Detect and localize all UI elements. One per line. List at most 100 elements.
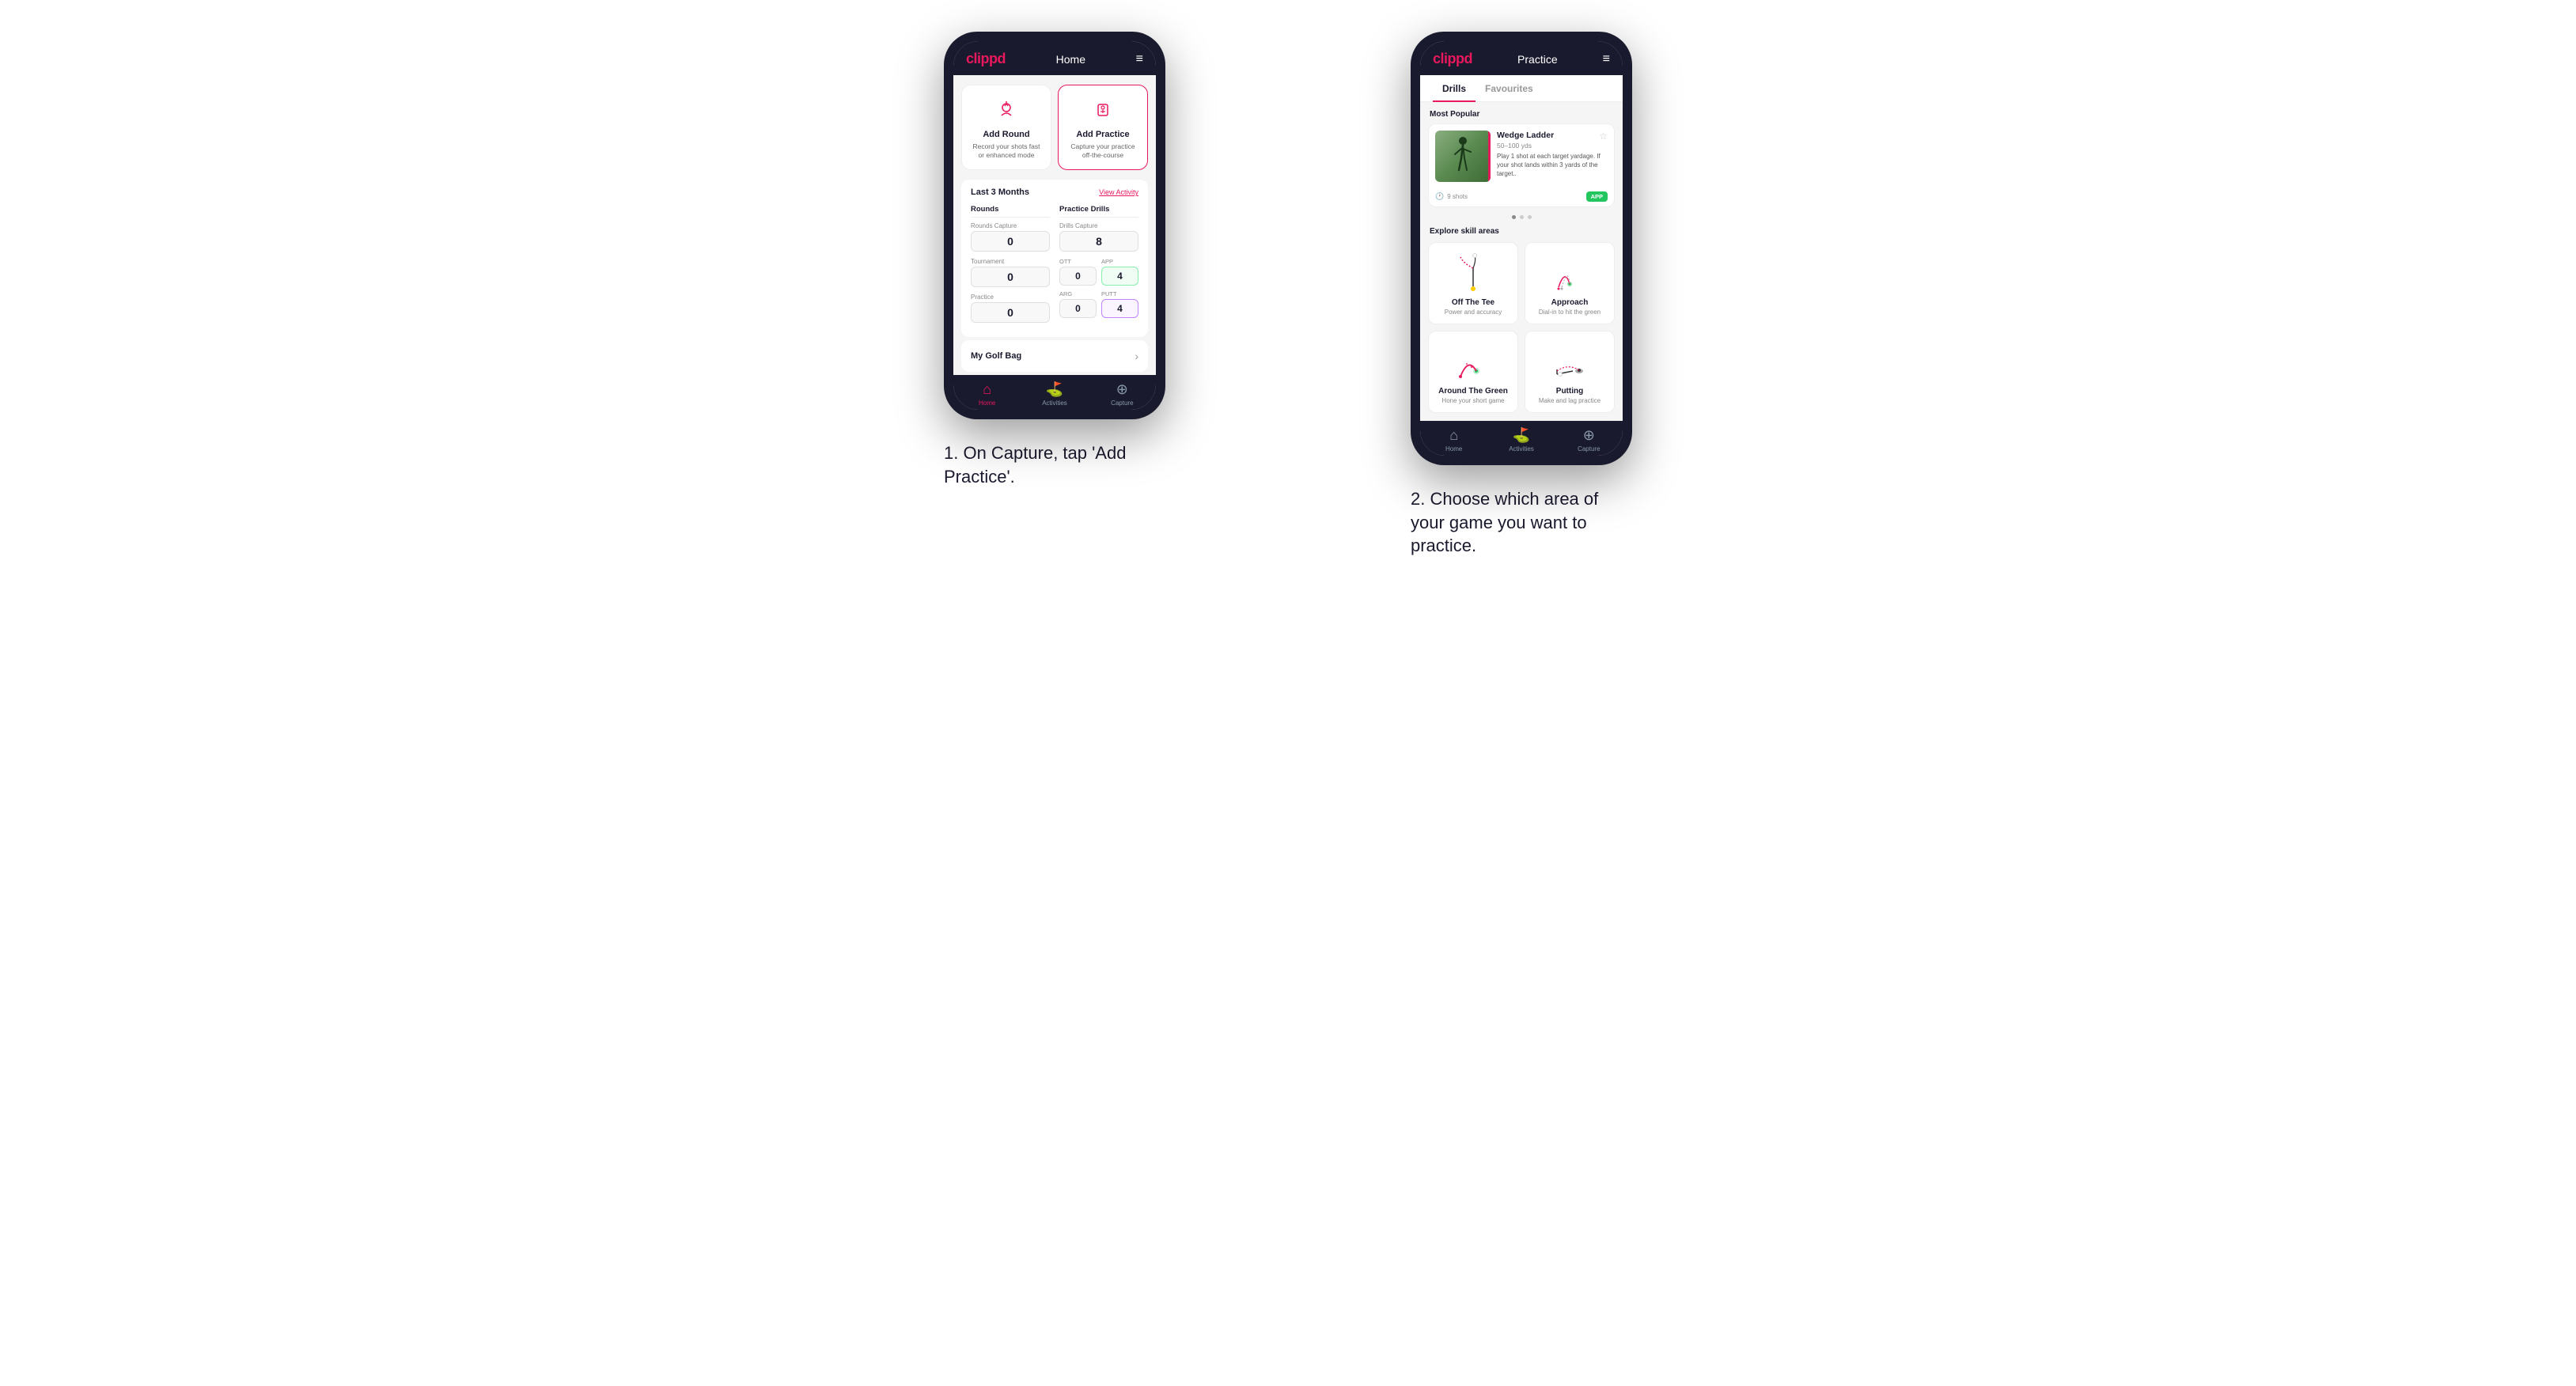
rounds-capture-item: Rounds Capture 0	[971, 222, 1050, 252]
skill-card-atg[interactable]: Around The Green Hone your short game	[1428, 331, 1518, 413]
explore-title: Explore skill areas	[1420, 224, 1623, 242]
clock-icon: 🕐	[1435, 192, 1444, 201]
stats-header: Last 3 Months View Activity	[971, 187, 1138, 197]
capture2-icon: ⊕	[1583, 427, 1595, 444]
phone2-screen: clippd Practice ≡ Drills Favourites Most…	[1420, 41, 1623, 456]
star-icon[interactable]: ☆	[1599, 131, 1608, 142]
phone1-title: Home	[1056, 53, 1085, 66]
tab-drills[interactable]: Drills	[1433, 75, 1476, 102]
nav-activities[interactable]: ⛳ Activities	[1021, 381, 1088, 407]
practice-label: Practice	[971, 293, 1050, 301]
rounds-col-title: Rounds	[971, 205, 1050, 218]
skill-card-ott[interactable]: Off The Tee Power and accuracy	[1428, 242, 1518, 324]
app-item: APP 4	[1101, 258, 1138, 286]
drill-info: Wedge Ladder ☆ 50–100 yds Play 1 shot at…	[1497, 131, 1608, 182]
nav2-home-label: Home	[1445, 445, 1462, 453]
dot-1	[1512, 215, 1516, 219]
add-round-icon	[992, 97, 1021, 125]
chevron-right-icon: ›	[1135, 350, 1138, 362]
app-label: APP	[1101, 258, 1138, 265]
nav2-capture[interactable]: ⊕ Capture	[1555, 427, 1623, 453]
nav2-home[interactable]: ⌂ Home	[1420, 427, 1487, 453]
featured-drill-card[interactable]: Wedge Ladder ☆ 50–100 yds Play 1 shot at…	[1428, 123, 1615, 207]
nav-home-label: Home	[979, 400, 995, 407]
tab-bar: Drills Favourites	[1420, 75, 1623, 102]
approach-name: Approach	[1551, 298, 1589, 307]
quick-actions: Add Round Record your shots fast or enha…	[953, 75, 1156, 176]
tournament-label: Tournament	[971, 258, 1050, 265]
approach-visual	[1549, 252, 1590, 293]
caption1: 1. On Capture, tap 'Add Practice'.	[944, 441, 1165, 488]
atg-visual	[1453, 341, 1494, 382]
app-value: 4	[1101, 267, 1138, 286]
putt-value: 4	[1101, 299, 1138, 318]
capture-icon: ⊕	[1116, 381, 1128, 398]
add-practice-card[interactable]: Add Practice Capture your practice off-t…	[1058, 85, 1148, 170]
phone2-title: Practice	[1517, 53, 1558, 66]
phone2: clippd Practice ≡ Drills Favourites Most…	[1411, 32, 1632, 465]
most-popular-title: Most Popular	[1420, 102, 1623, 123]
red-accent-bar	[1488, 131, 1491, 182]
nav-capture-label: Capture	[1111, 400, 1133, 407]
drill-name: Wedge Ladder	[1497, 131, 1554, 140]
drill-image-bg	[1435, 131, 1491, 182]
shots-info: 🕐 9 shots	[1435, 192, 1468, 201]
nav-home[interactable]: ⌂ Home	[953, 381, 1021, 407]
ott-desc: Power and accuracy	[1445, 309, 1502, 316]
drill-info-header: Wedge Ladder ☆	[1497, 131, 1608, 142]
practice-value: 0	[971, 302, 1050, 323]
practice-col-title: Practice Drills	[1059, 205, 1138, 218]
caption2: 2. Choose which area of your game you wa…	[1411, 487, 1632, 558]
view-activity-link[interactable]: View Activity	[1099, 188, 1138, 196]
ott-item: OTT 0	[1059, 258, 1097, 286]
putt-desc: Make and lag practice	[1539, 397, 1601, 404]
ott-visual	[1453, 252, 1494, 293]
featured-card-footer: 🕐 9 shots APP	[1429, 188, 1614, 206]
drills-capture-item: Drills Capture 8	[1059, 222, 1138, 252]
approach-desc: Dial-in to hit the green	[1539, 309, 1601, 316]
nav-activities-label: Activities	[1042, 400, 1067, 407]
tournament-value: 0	[971, 267, 1050, 287]
atg-desc: Hone your short game	[1441, 397, 1504, 404]
phone1-header: clippd Home ≡	[953, 41, 1156, 75]
home2-icon: ⌂	[1449, 427, 1458, 444]
nav2-activities-label: Activities	[1509, 445, 1534, 453]
sub-stats-row1: OTT 0 APP 4	[1059, 258, 1138, 286]
drill-image	[1435, 131, 1491, 182]
rounds-capture-label: Rounds Capture	[971, 222, 1050, 229]
phone2-logo: clippd	[1433, 51, 1472, 67]
putt-name: Putting	[1556, 387, 1583, 396]
sub-stats-row2: ARG 0 PUTT 4	[1059, 290, 1138, 318]
stats-columns: Rounds Rounds Capture 0 Tournament 0 Pra…	[971, 205, 1138, 329]
phone2-menu-icon[interactable]: ≡	[1603, 52, 1610, 66]
skill-card-putt[interactable]: Putting Make and lag practice	[1525, 331, 1615, 413]
arg-label: ARG	[1059, 290, 1097, 297]
page-container: clippd Home ≡	[853, 32, 1723, 558]
phone1: clippd Home ≡	[944, 32, 1165, 419]
nav-capture[interactable]: ⊕ Capture	[1089, 381, 1156, 407]
add-round-desc: Record your shots fast or enhanced mode	[970, 142, 1043, 160]
dot-3	[1528, 215, 1532, 219]
activities2-icon: ⛳	[1513, 427, 1530, 444]
arg-value: 0	[1059, 299, 1097, 318]
featured-card-inner: Wedge Ladder ☆ 50–100 yds Play 1 shot at…	[1429, 124, 1614, 188]
phone2-bottom-nav: ⌂ Home ⛳ Activities ⊕ Capture	[1420, 421, 1623, 456]
add-round-title: Add Round	[983, 130, 1029, 139]
phone1-menu-icon[interactable]: ≡	[1136, 52, 1143, 66]
nav2-activities[interactable]: ⛳ Activities	[1487, 427, 1555, 453]
phone2-section: clippd Practice ≡ Drills Favourites Most…	[1320, 32, 1723, 558]
atg-name: Around The Green	[1438, 387, 1508, 396]
rounds-capture-value: 0	[971, 231, 1050, 252]
golf-bag-row[interactable]: My Golf Bag ›	[961, 340, 1148, 372]
skill-card-approach[interactable]: Approach Dial-in to hit the green	[1525, 242, 1615, 324]
nav2-capture-label: Capture	[1578, 445, 1600, 453]
add-practice-desc: Capture your practice off-the-course	[1066, 142, 1139, 160]
ott-name: Off The Tee	[1452, 298, 1494, 307]
shots-label: 9 shots	[1447, 193, 1468, 200]
add-round-card[interactable]: Add Round Record your shots fast or enha…	[961, 85, 1051, 170]
stats-section: Last 3 Months View Activity Rounds Round…	[961, 180, 1148, 337]
home-icon: ⌂	[983, 381, 991, 398]
practice-col: Practice Drills Drills Capture 8 OTT 0	[1059, 205, 1138, 329]
tab-favourites[interactable]: Favourites	[1476, 75, 1543, 102]
phone2-header: clippd Practice ≡	[1420, 41, 1623, 75]
